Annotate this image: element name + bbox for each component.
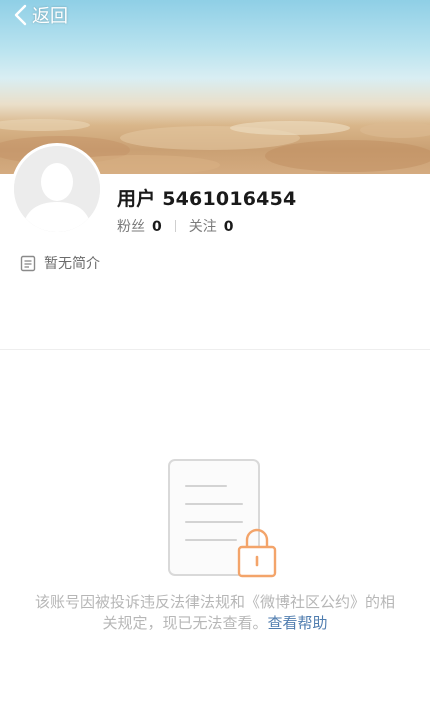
back-button[interactable]: 返回 [12, 2, 68, 28]
notice-text: 该账号因被投诉违反法律法规和《微博社区公约》的相关规定，现已无法查看。 [34, 593, 395, 632]
view-help-link[interactable]: 查看帮助 [268, 614, 328, 632]
fans-label: 粉丝 [117, 219, 145, 235]
username: 用户 5461016454 [117, 188, 297, 210]
bio-row: 暂无简介 [20, 253, 100, 273]
following-count: 0 [223, 219, 234, 235]
document-icon [20, 255, 36, 271]
fans-stat[interactable]: 粉丝 0 [117, 216, 162, 236]
profile-stats: 粉丝 0 关注 0 [117, 216, 234, 236]
following-stat[interactable]: 关注 0 [189, 216, 234, 236]
default-avatar-icon [14, 146, 100, 232]
fans-count: 0 [152, 219, 162, 235]
chevron-left-icon [14, 4, 27, 26]
stats-divider [174, 220, 176, 232]
account-restricted-notice: 该账号因被投诉违反法律法规和《微博社区公约》的相关规定，现已无法查看。查看帮助 [30, 592, 400, 634]
bio-text: 暂无简介 [44, 256, 100, 272]
following-label: 关注 [188, 219, 217, 235]
back-label: 返回 [32, 6, 68, 27]
avatar[interactable] [11, 143, 103, 235]
locked-document-icon [168, 459, 277, 578]
section-divider [0, 349, 430, 350]
